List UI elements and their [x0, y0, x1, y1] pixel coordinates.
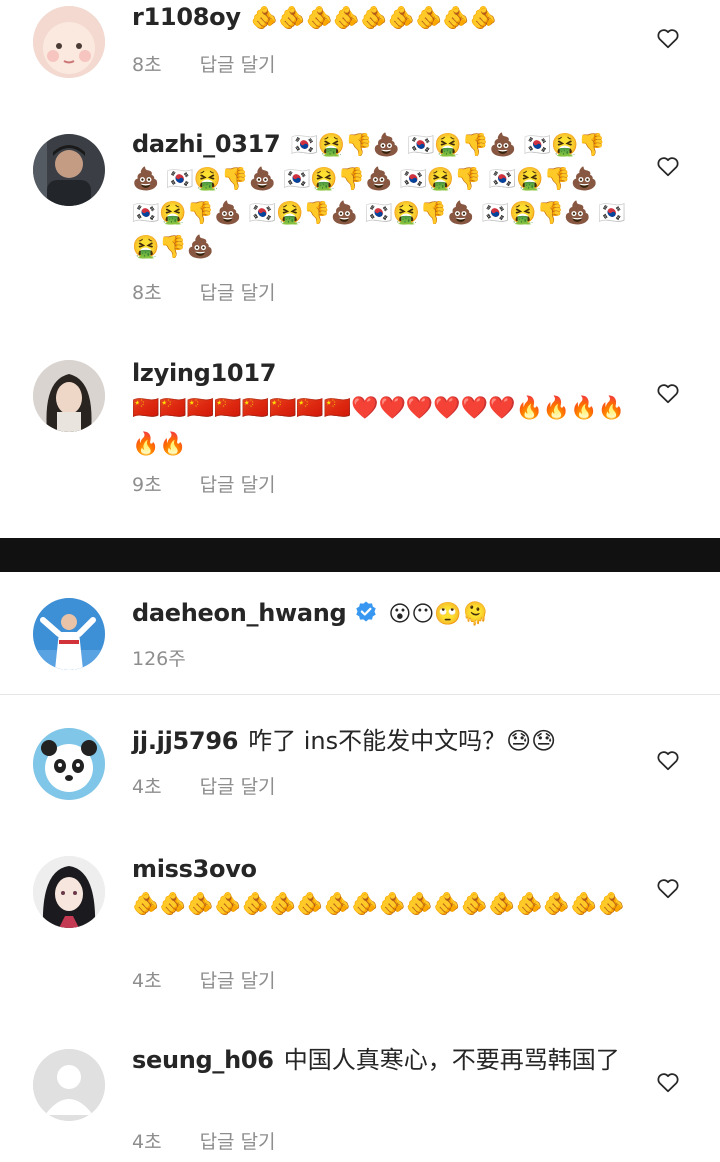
reply-button[interactable]: 답글 달기	[200, 282, 276, 304]
heart-icon[interactable]	[655, 25, 681, 51]
post-time: 126주	[132, 648, 186, 670]
post-username[interactable]: daeheon_hwang	[132, 599, 347, 627]
avatar[interactable]	[33, 598, 105, 670]
verified-badge-icon	[356, 601, 377, 622]
avatar[interactable]	[33, 1049, 105, 1121]
comment-username[interactable]: seung_h06	[132, 1046, 274, 1074]
comment-text: lzying1017 🇨🇳🇨🇳🇨🇳🇨🇳🇨🇳🇨🇳🇨🇳🇨🇳❤️❤️❤️❤️❤️❤️🔥🔥…	[132, 356, 632, 462]
heart-icon[interactable]	[655, 875, 681, 901]
comment-body: 中国人真寒心，不要再骂韩国了	[283, 1046, 620, 1074]
comment-text: dazhi_0317 🇰🇷🤮👎💩 🇰🇷🤮👎💩 🇰🇷🤮👎💩 🇰🇷🤮👎💩 🇰🇷🤮👎💩 …	[132, 128, 632, 264]
comment-text: miss3ovo 🫵🫵🫵🫵🫵🫵🫵🫵🫵🫵🫵🫵🫵🫵🫵🫵🫵🫵	[132, 852, 632, 922]
post-body: 😮😶🙄🫠	[388, 602, 490, 627]
avatar[interactable]	[33, 856, 105, 928]
comment-username[interactable]: jj.jj5796	[132, 727, 238, 755]
comment-meta: 9초 답글 달기	[132, 470, 276, 497]
heart-icon[interactable]	[655, 380, 681, 406]
comment-meta: 4초 답글 달기	[132, 772, 276, 799]
comment-text: r1108oy 🫵🫵🫵🫵🫵🫵🫵🫵🫵	[132, 0, 632, 36]
avatar[interactable]	[33, 360, 105, 432]
post-text: daeheon_hwang 😮😶🙄🫠	[132, 596, 632, 632]
comment-body: 咋了 ins不能发中文吗？😓😓	[248, 727, 557, 755]
comment-meta: 8초 답글 달기	[132, 278, 276, 305]
screenshot-divider	[0, 538, 720, 572]
comment-username[interactable]: miss3ovo	[132, 855, 257, 883]
comment-time: 4초	[132, 1131, 162, 1153]
avatar[interactable]	[33, 134, 105, 206]
comment-time: 4초	[132, 776, 162, 798]
reply-button[interactable]: 답글 달기	[200, 1131, 276, 1153]
comment-meta: 4초 답글 달기	[132, 1127, 276, 1154]
comment-username[interactable]: r1108oy	[132, 3, 241, 31]
comment-text: seung_h06 中国人真寒心，不要再骂韩国了	[132, 1043, 627, 1077]
reply-button[interactable]: 답글 달기	[200, 474, 276, 496]
avatar[interactable]	[33, 728, 105, 800]
heart-icon[interactable]	[655, 747, 681, 773]
avatar[interactable]	[33, 6, 105, 78]
comment-time: 8초	[132, 282, 162, 304]
comment-body: 🫵🫵🫵🫵🫵🫵🫵🫵🫵	[250, 6, 498, 31]
comment-username[interactable]: dazhi_0317	[132, 130, 281, 158]
heart-icon[interactable]	[655, 153, 681, 179]
comment-time: 4초	[132, 970, 162, 992]
comment-meta: 4초 답글 달기	[132, 966, 276, 993]
heart-icon[interactable]	[655, 1069, 681, 1095]
comment-text: jj.jj5796 咋了 ins不能发中文吗？😓😓	[132, 724, 632, 758]
comment-time: 8초	[132, 54, 162, 76]
reply-button[interactable]: 답글 달기	[200, 776, 276, 798]
comment-body: 🫵🫵🫵🫵🫵🫵🫵🫵🫵🫵🫵🫵🫵🫵🫵🫵🫵🫵	[132, 892, 626, 917]
reply-button[interactable]: 답글 달기	[200, 54, 276, 76]
post-meta: 126주	[132, 644, 224, 671]
caption-divider	[0, 694, 720, 695]
reply-button[interactable]: 답글 달기	[200, 970, 276, 992]
comment-meta: 8초 답글 달기	[132, 50, 276, 77]
comment-time: 9초	[132, 474, 162, 496]
comment-body: 🇨🇳🇨🇳🇨🇳🇨🇳🇨🇳🇨🇳🇨🇳🇨🇳❤️❤️❤️❤️❤️❤️🔥🔥🔥🔥🔥🔥	[132, 396, 626, 457]
comment-username[interactable]: lzying1017	[132, 359, 276, 387]
